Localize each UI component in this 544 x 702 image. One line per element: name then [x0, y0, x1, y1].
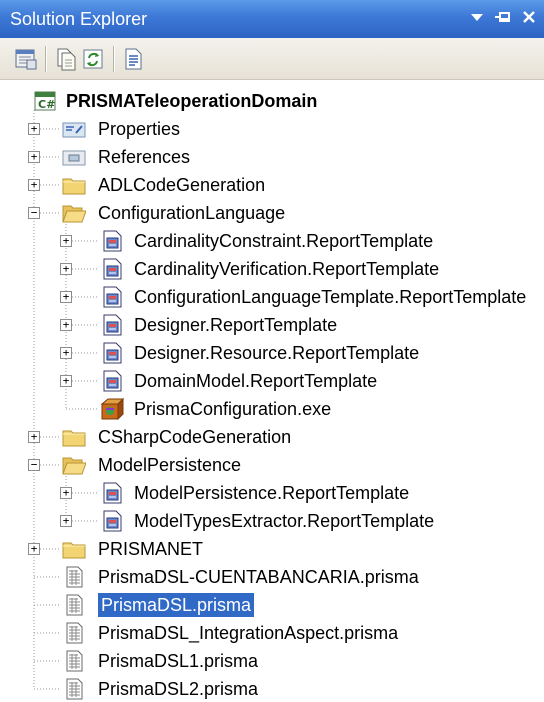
expand-toggle-icon[interactable]: +: [60, 291, 72, 303]
toolbar-separator: [45, 46, 47, 72]
collapse-toggle-icon[interactable]: −: [28, 207, 40, 219]
view-code-icon[interactable]: [122, 47, 146, 71]
expand-toggle-icon[interactable]: +: [28, 179, 40, 191]
report-template-icon: [100, 510, 124, 532]
tree-row[interactable]: + CardinalityVerification.ReportTemplate: [0, 256, 544, 284]
tree-item-label: PrismaDSL_IntegrationAspect.prisma: [98, 623, 399, 643]
title-controls: [466, 6, 540, 28]
expand-toggle-icon[interactable]: +: [28, 431, 40, 443]
refresh-icon[interactable]: [82, 47, 106, 71]
svg-text:C#: C#: [38, 98, 55, 111]
tree-row[interactable]: + Designer.Resource.ReportTemplate: [0, 340, 544, 368]
report-template-icon: [100, 482, 124, 504]
open-folder-icon: [62, 454, 87, 476]
folder-icon: [62, 538, 86, 560]
prisma-file-icon: [62, 594, 86, 616]
project-label: PRISMATeleoperationDomain: [66, 91, 318, 111]
expand-toggle-icon[interactable]: +: [60, 235, 72, 247]
tree-item-label: PrismaDSL-CUENTABANCARIA.prisma: [98, 567, 419, 587]
tree-row[interactable]: + CSharpCodeGeneration: [0, 424, 544, 452]
prisma-file-icon: [62, 622, 86, 644]
tree-row[interactable]: + References: [0, 144, 544, 172]
references-icon: [62, 146, 86, 168]
tree-item-label: Properties: [98, 119, 181, 139]
tree-item-label: References: [98, 147, 191, 167]
properties-icon[interactable]: [14, 47, 38, 71]
csharp-project-icon: C#: [34, 90, 58, 112]
tree-item-label: CardinalityVerification.ReportTemplate: [134, 259, 440, 279]
expand-toggle-icon[interactable]: +: [60, 515, 72, 527]
report-template-icon: [100, 370, 124, 392]
expand-toggle-icon[interactable]: +: [60, 347, 72, 359]
tree-row[interactable]: + ConfigurationLanguageTemplate.ReportTem…: [0, 284, 544, 312]
close-icon[interactable]: [518, 6, 540, 28]
tree-item-label: DomainModel.ReportTemplate: [134, 371, 378, 391]
tree-item-label: CardinalityConstraint.ReportTemplate: [134, 231, 434, 251]
tree-row[interactable]: − ModelPersistence: [0, 452, 544, 480]
prisma-file-icon: [62, 566, 86, 588]
tree-row[interactable]: + PRISMANET: [0, 536, 544, 564]
tree-item-label: CSharpCodeGeneration: [98, 427, 292, 447]
tree-row[interactable]: PrismaDSL.prisma: [0, 592, 544, 620]
expand-toggle-icon[interactable]: +: [28, 123, 40, 135]
tree-item-label: Designer.ReportTemplate: [134, 315, 338, 335]
tree-row[interactable]: + Designer.ReportTemplate: [0, 312, 544, 340]
tree-item-label: Designer.Resource.ReportTemplate: [134, 343, 420, 363]
collapse-toggle-icon[interactable]: −: [28, 459, 40, 471]
expand-toggle-icon[interactable]: +: [60, 263, 72, 275]
show-all-files-icon[interactable]: [54, 47, 78, 71]
expand-toggle-icon[interactable]: +: [28, 151, 40, 163]
tree-row[interactable]: + ADLCodeGeneration: [0, 172, 544, 200]
tree-item-label: PRISMANET: [98, 539, 204, 559]
window-title: Solution Explorer: [10, 9, 148, 29]
tree-item-label: ModelPersistence: [98, 455, 242, 475]
solution-tree: C# PRISMATeleoperationDomain + Properties…: [0, 80, 544, 702]
toolbar: [0, 38, 544, 80]
tree-row[interactable]: + Properties: [0, 116, 544, 144]
tree-row[interactable]: + ModelPersistence.ReportTemplate: [0, 480, 544, 508]
tree-row[interactable]: PrismaDSL1.prisma: [0, 648, 544, 676]
tree-row[interactable]: PrismaDSL_IntegrationAspect.prisma: [0, 620, 544, 648]
expand-toggle-icon[interactable]: +: [28, 543, 40, 555]
tree-item-label: PrismaDSL2.prisma: [98, 679, 259, 699]
tree-row[interactable]: + CardinalityConstraint.ReportTemplate: [0, 228, 544, 256]
tree-item-label: ConfigurationLanguage: [98, 203, 286, 223]
prisma-file-icon: [62, 650, 86, 672]
exe-icon: [100, 397, 125, 421]
tree-row[interactable]: PrismaDSL2.prisma: [0, 676, 544, 702]
title-bar: Solution Explorer: [0, 0, 544, 38]
tree-item-label: ModelTypesExtractor.ReportTemplate: [134, 511, 435, 531]
report-template-icon: [100, 258, 124, 280]
tree-row[interactable]: PrismaConfiguration.exe: [0, 396, 544, 424]
expand-toggle-icon[interactable]: +: [60, 319, 72, 331]
tree-item-label: PrismaConfiguration.exe: [134, 399, 332, 419]
tree-row[interactable]: + ModelTypesExtractor.ReportTemplate: [0, 508, 544, 536]
report-template-icon: [100, 314, 124, 336]
properties-folder-icon: [62, 118, 86, 140]
pin-icon[interactable]: [492, 6, 514, 28]
report-template-icon: [100, 286, 124, 308]
tree-row[interactable]: PrismaDSL-CUENTABANCARIA.prisma: [0, 564, 544, 592]
open-folder-icon: [62, 202, 87, 224]
expand-toggle-icon[interactable]: +: [60, 375, 72, 387]
tree-item-label: ADLCodeGeneration: [98, 175, 266, 195]
expand-toggle-icon[interactable]: +: [60, 487, 72, 499]
tree-item-label: ModelPersistence.ReportTemplate: [134, 483, 410, 503]
dropdown-icon[interactable]: [466, 6, 488, 28]
folder-icon: [62, 174, 86, 196]
tree-item-label: ConfigurationLanguageTemplate.ReportTemp…: [134, 287, 527, 307]
tree-item-label: PrismaDSL1.prisma: [98, 651, 259, 671]
report-template-icon: [100, 342, 124, 364]
tree-row[interactable]: + DomainModel.ReportTemplate: [0, 368, 544, 396]
prisma-file-icon: [62, 678, 86, 700]
report-template-icon: [100, 230, 124, 252]
folder-icon: [62, 426, 86, 448]
tree-row[interactable]: − ConfigurationLanguage: [0, 200, 544, 228]
tree-row-project[interactable]: C# PRISMATeleoperationDomain: [0, 88, 544, 116]
tree-item-label-selected: PrismaDSL.prisma: [98, 593, 255, 617]
toolbar-separator: [113, 46, 115, 72]
